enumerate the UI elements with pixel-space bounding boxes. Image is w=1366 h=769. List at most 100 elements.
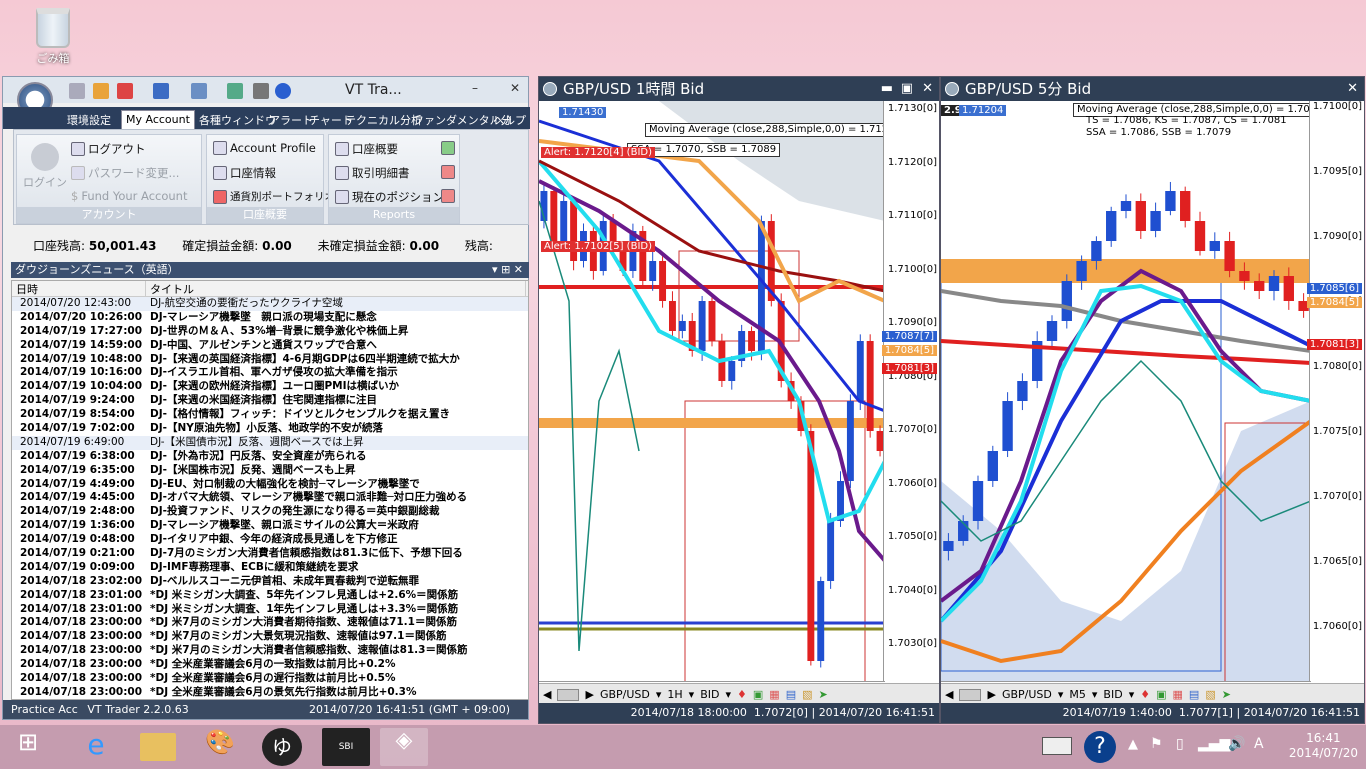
news-row[interactable]: 2014/07/20 10:26:00 DJ-マレーシア機撃墜 親ロ派の現場支配に… [12,311,528,325]
news-row[interactable]: 2014/07/18 23:00:00 *DJ 米7月のミシガン大景気現況指数、速… [12,630,528,644]
app-yu-icon[interactable]: ゆ [262,728,302,766]
ime-indicator[interactable]: A [1254,736,1264,752]
close-button[interactable]: ✕ [922,77,933,101]
news-row[interactable]: 2014/07/18 23:01:00 *DJ 米ミシガン大調査、5年先インフレ見… [12,589,528,603]
news-row[interactable]: 2014/07/19 10:04:00 DJ-【来週の欧州経済指標】ユーロ圏PMI… [12,380,528,394]
alert-line-label[interactable]: Alert: 1.7102[5] (BID) [541,241,655,252]
close-button[interactable]: ✕ [507,81,523,95]
network-icon[interactable]: ▂▄▆ [1198,736,1230,752]
volume-icon[interactable]: 🔊 [1228,736,1245,752]
sbi-fxtrade-icon[interactable]: SBI [322,728,370,766]
price-plot[interactable]: 2.9 1.71204 Moving Average (close,288,Si… [941,101,1311,681]
news-row[interactable]: 2014/07/19 4:49:00 DJ-EU、対ロ制裁の大幅強化を検討─マレー… [12,478,528,492]
quick-access-icon[interactable] [117,83,133,99]
account-profile-button[interactable]: Account Profile [213,141,316,155]
maximize-button[interactable]: ▣ [901,77,913,101]
side-select[interactable]: BID [1103,688,1122,701]
news-row[interactable]: 2014/07/18 23:02:00 DJ-ベルルスコーニ元伊首相、未成年買春裁… [12,575,528,589]
vt-trader-taskbar-icon[interactable]: ◈ [380,728,428,766]
news-row[interactable]: 2014/07/19 8:54:00 DJ-【格付情報】フィッチ：ドイツとルクセン… [12,408,528,422]
recycle-bin-icon[interactable]: ごみ箱 [28,8,78,74]
news-row[interactable]: 2014/07/18 23:00:00 *DJ 全米産業審議会6月の一致指数は前月… [12,658,528,672]
price-plot[interactable]: 1.71430 Moving Average (close,288,Simple… [539,101,885,681]
cursor-icon[interactable]: ➤ [819,688,828,701]
col-date[interactable]: 日時 [12,281,146,296]
col-title[interactable]: タイトル [146,281,526,296]
start-button[interactable]: ⊞ [4,728,52,766]
chart-type-icon[interactable]: ♦ [737,688,747,701]
timeframe-select[interactable]: 1H [667,688,682,701]
login-button[interactable]: ログイン [23,143,67,190]
news-row[interactable]: 2014/07/18 23:00:00 *DJ 米7月のミシガン大消費者期待指数、… [12,616,528,630]
portfolio-button[interactable]: 通貨別ポートフォリオ [213,189,335,204]
zoom-icon[interactable]: ▤ [1189,688,1199,701]
price-axis[interactable]: 1.7100[0]1.7095[0]1.7090[0]1.7085[0]1.70… [1306,101,1364,681]
quick-access-icon[interactable] [253,83,269,99]
cursor-icon[interactable]: ➤ [1222,688,1231,701]
draw-icon[interactable]: ▧ [802,688,812,701]
chart-type-icon[interactable]: ♦ [1140,688,1150,701]
news-row[interactable]: 2014/07/18 23:00:00 *DJ 米7月のミシガン大消費者信頼感指数… [12,644,528,658]
news-row[interactable]: 2014/07/18 23:00:00 *DJ 全米産業審議会6月の景気先行指数は… [12,686,528,699]
symbol-select[interactable]: GBP/USD [600,688,650,701]
tab-my-account[interactable]: My Account [121,110,195,129]
scroll-thumb[interactable] [557,688,580,701]
account-info-button[interactable]: 口座情報 [213,165,276,181]
news-row[interactable]: 2014/07/19 1:36:00 DJ-マレーシア機撃墜、親ロ派ミサイルの公算… [12,519,528,533]
fund-account-button[interactable]: $ Fund Your Account [71,189,187,203]
flag-icon[interactable]: ⚑ [1150,736,1163,752]
keyboard-icon[interactable] [1042,737,1072,755]
statement-button[interactable]: 取引明細書 [335,165,410,181]
alert-line-label[interactable]: Alert: 1.7120[4] (BID) [541,147,655,158]
positions-button[interactable]: 現在のポジション [335,189,444,205]
news-row[interactable]: 2014/07/19 10:16:00 DJ-イスラエル首相、軍へガザ侵攻の拡大準… [12,366,528,380]
scroll-thumb[interactable] [959,688,982,701]
tab-help[interactable]: ヘルプ [489,110,530,129]
zoom-icon[interactable]: ▤ [786,688,796,701]
news-row[interactable]: 2014/07/19 17:27:00 DJ-世界のＭ＆Ａ、53%増─背景に競争激… [12,325,528,339]
news-row[interactable]: 2014/07/20 12:43:00 DJ-航空交通の要衝だったウクライナ空域 [12,297,528,311]
tab-settings[interactable]: 環境設定 [63,110,115,129]
info-icon[interactable] [275,83,291,99]
scroll-right-icon[interactable]: ▶ [585,688,593,701]
clock[interactable]: 16:41 2014/07/20 [1289,731,1358,761]
side-select[interactable]: BID [700,688,719,701]
paint-icon[interactable]: 🎨 [196,728,244,766]
news-row[interactable]: 2014/07/19 9:24:00 DJ-【来週の米国経済指標】住宅関連指標に注… [12,394,528,408]
news-row[interactable]: 2014/07/18 23:00:00 *DJ 全米産業審議会6月の遅行指数は前月… [12,672,528,686]
symbol-select[interactable]: GBP/USD [1002,688,1052,701]
news-row[interactable]: 2014/07/19 6:35:00 DJ-【米国株市況】反発、週間ベースも上昇 [12,464,528,478]
quick-access-icon[interactable] [93,83,109,99]
panel-controls-icon[interactable]: ▾ ⊞ ✕ [492,262,529,278]
news-row[interactable]: 2014/07/19 10:48:00 DJ-【来週の英国経済指標】4-6月期GD… [12,353,528,367]
quick-access-icon[interactable] [227,83,243,99]
quick-access-icon[interactable] [191,83,207,99]
tray-arrow-icon[interactable]: ▲ [1128,737,1138,752]
candlestick-chart[interactable] [941,101,1311,681]
news-panel-header[interactable]: ダウジョーンズニュース（英語） ▾ ⊞ ✕ [11,262,529,278]
news-row[interactable]: 2014/07/19 0:48:00 DJ-イタリア中銀、今年の経済成長見通しを下… [12,533,528,547]
password-change-button[interactable]: パスワード変更... [71,165,179,181]
grid-icon[interactable]: ▦ [1173,688,1183,701]
candlestick-chart[interactable] [539,101,885,681]
help-icon[interactable]: ? [1084,731,1116,763]
export-icon[interactable] [441,189,455,203]
scroll-left-icon[interactable]: ◀ [543,688,551,701]
explorer-icon[interactable] [140,733,176,761]
price-axis[interactable]: 1.7130[0] 1.7120[0] 1.7110[0] 1.7100[0] 1.70… [881,101,939,681]
export-icon[interactable] [441,141,455,155]
scroll-left-icon[interactable]: ◀ [945,688,953,701]
news-row[interactable]: 2014/07/19 2:48:00 DJ-投資ファンド、リスクの発生源になり得る… [12,505,528,519]
quick-access-icon[interactable] [153,83,169,99]
indicator-icon[interactable]: ▣ [753,688,763,701]
quick-access-icon[interactable] [69,83,85,99]
news-row[interactable]: 2014/07/19 6:49:00 DJ-【米国債市況】反落、週間ベースでは上昇 [12,435,528,450]
scroll-right-icon[interactable]: ▶ [987,688,995,701]
news-row[interactable]: 2014/07/19 6:38:00 DJ-【外為市況】円反落、安全資産が売られる [12,450,528,464]
summary-report-button[interactable]: 口座概要 [335,141,398,157]
timeframe-select[interactable]: M5 [1069,688,1086,701]
news-row[interactable]: 2014/07/19 0:09:00 DJ-IMF専務理事、ECBに緩和策継続を要… [12,561,528,575]
grid-icon[interactable]: ▦ [769,688,779,701]
close-button[interactable]: ✕ [1347,77,1358,101]
minimize-button[interactable]: – [467,81,483,95]
